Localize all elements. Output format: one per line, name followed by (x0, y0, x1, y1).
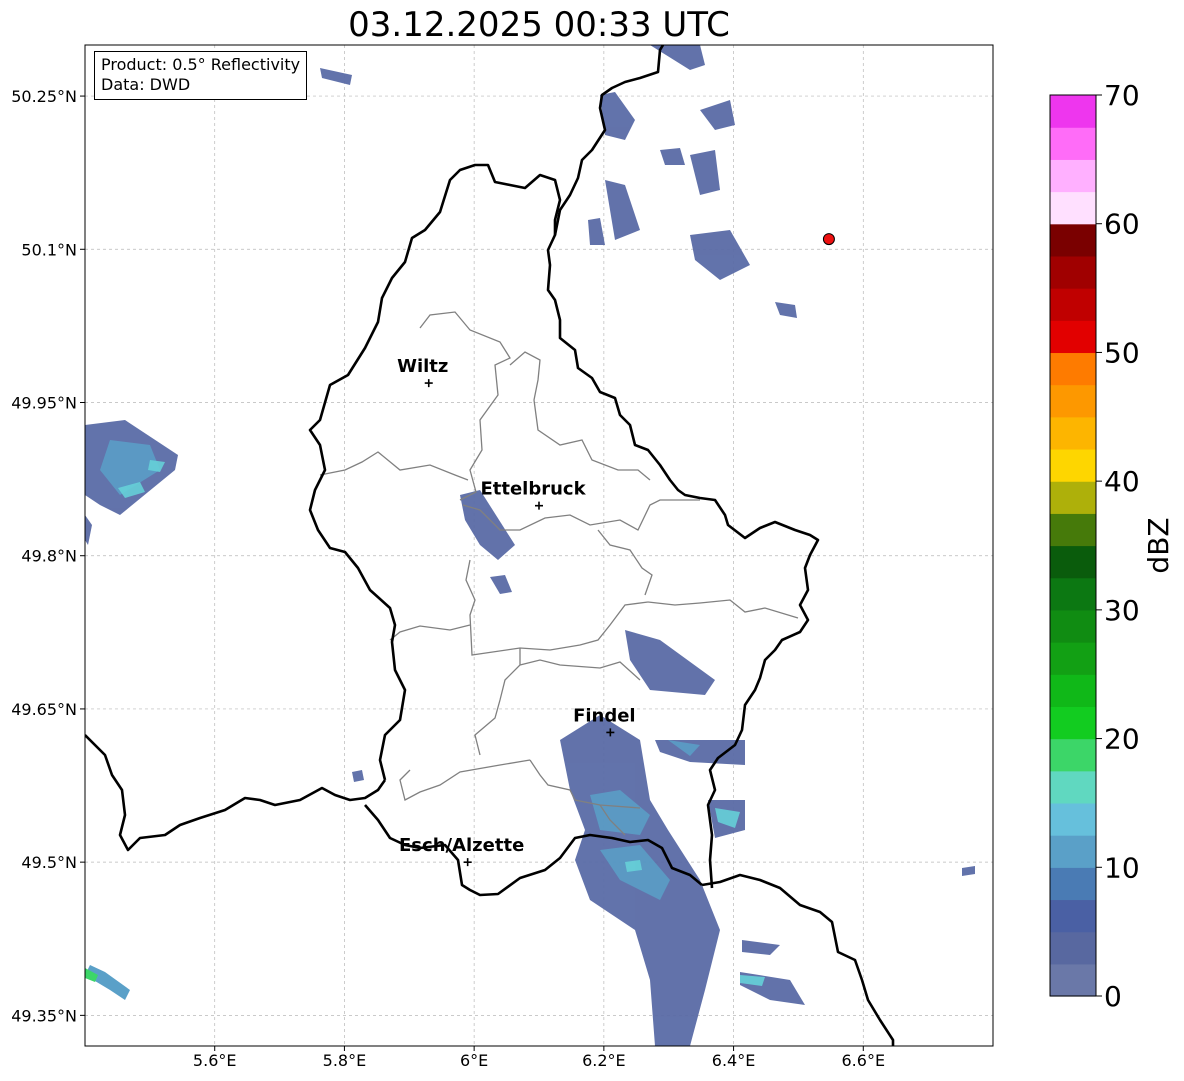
y-tick-label: 49.5°N (21, 853, 77, 872)
colorbar-tick-label: 10 (1104, 851, 1140, 884)
colorbar-segment (1050, 899, 1096, 933)
y-tick-label: 49.8°N (21, 547, 77, 566)
x-tick-label: 6.4°E (712, 1051, 756, 1070)
data-source-label: Data: DWD (101, 75, 191, 94)
colorbar-segment (1050, 545, 1096, 579)
x-tick-label: 5.8°E (323, 1051, 367, 1070)
colorbar-segment (1050, 320, 1096, 354)
colorbar-segment (1050, 191, 1096, 225)
colorbar-segment (1050, 223, 1096, 257)
colorbar-segment (1050, 609, 1096, 643)
y-tick-label: 50.25°N (11, 87, 77, 106)
product-label: Product: 0.5° Reflectivity (101, 55, 301, 74)
y-tick-label: 49.35°N (11, 1006, 77, 1025)
colorbar-segment (1050, 159, 1096, 193)
city-label: Ettelbruck (480, 479, 586, 500)
colorbar-segment (1050, 513, 1096, 547)
colorbar-segment (1050, 95, 1096, 128)
colorbar-tick-label: 30 (1104, 594, 1140, 627)
radar-map: 5.6°E 5.8°E 6°E 6.2°E 6.4°E 6.6°E 49.35°N 49.5°… (11, 44, 1175, 1070)
x-tick-label: 6°E (460, 1051, 488, 1070)
colorbar-segment (1050, 288, 1096, 321)
colorbar-segment (1050, 931, 1096, 965)
colorbar-segment (1050, 127, 1096, 160)
colorbar-segment (1050, 674, 1096, 707)
colorbar-segment (1050, 963, 1096, 997)
radar-echoes (85, 45, 975, 1046)
colorbar-tick-label: 60 (1104, 208, 1140, 241)
grid-lines (85, 45, 993, 1046)
colorbar-segment (1050, 352, 1096, 386)
x-tick-label: 5.6°E (193, 1051, 237, 1070)
y-tick-label: 49.65°N (11, 700, 77, 719)
colorbar-segment (1050, 448, 1096, 482)
colorbar-segment (1050, 802, 1096, 836)
colorbar-tick-label: 70 (1104, 79, 1140, 112)
colorbar-segment (1050, 835, 1096, 868)
colorbar-segment (1050, 642, 1096, 675)
city-label: Findel (573, 705, 636, 726)
city-label: Wiltz (397, 356, 448, 377)
plot-frame (84, 44, 994, 1047)
x-tick-label: 6.6°E (842, 1051, 886, 1070)
colorbar-tick-label: 20 (1104, 723, 1140, 756)
colorbar-segment (1050, 706, 1096, 740)
x-tick-label: 6.2°E (582, 1051, 626, 1070)
product-info-box: Product: 0.5° Reflectivity Data: DWD (94, 51, 308, 100)
y-tick-label: 49.95°N (11, 394, 77, 413)
axis-ticks: 5.6°E 5.8°E 6°E 6.2°E 6.4°E 6.6°E 49.35°N 49.5°… (11, 87, 885, 1070)
city-marker (463, 858, 472, 867)
colorbar-segment (1050, 577, 1096, 611)
city-marker (424, 379, 433, 388)
colorbar-label: dBZ (1142, 517, 1175, 573)
colorbar-segment (1050, 770, 1096, 804)
colorbar-tick-label: 40 (1104, 465, 1140, 498)
colorbar-tick-label: 50 (1104, 336, 1140, 369)
city-label: Esch/Alzette (399, 835, 524, 856)
colorbar-segment (1050, 481, 1096, 514)
y-tick-label: 50.1°N (21, 240, 77, 259)
colorbar-segment (1050, 738, 1096, 772)
colorbar-segment (1050, 416, 1096, 450)
city-marker (535, 501, 543, 510)
colorbar-segment (1050, 867, 1096, 901)
colorbar: 0 10 20 30 40 50 60 70 dBZ (1049, 79, 1175, 1013)
colorbar-segment (1050, 384, 1096, 418)
colorbar-tick-label: 0 (1104, 980, 1122, 1013)
colorbar-segment (1050, 255, 1096, 289)
radar-site-marker (822, 233, 835, 246)
